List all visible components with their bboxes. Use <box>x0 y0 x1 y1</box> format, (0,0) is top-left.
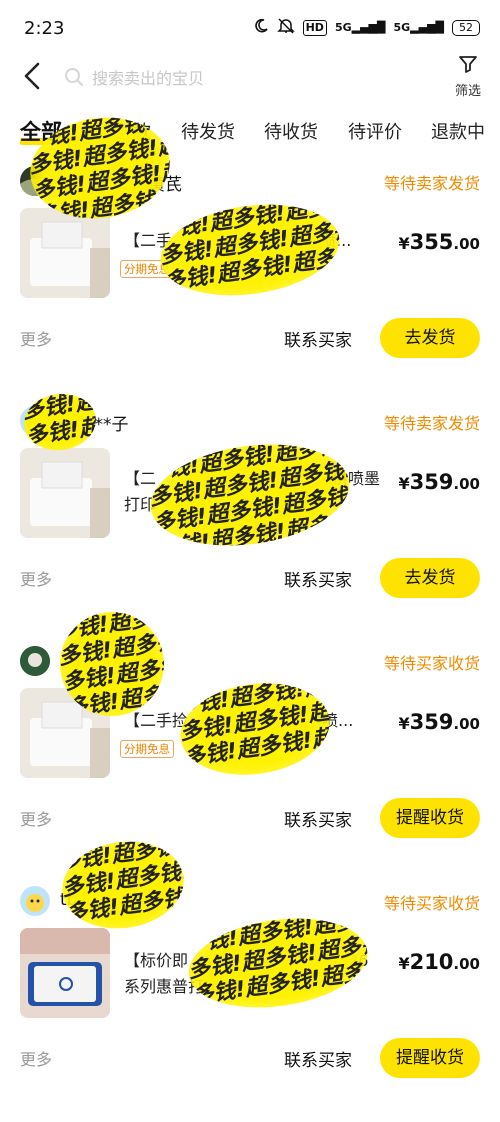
mute-icon <box>276 18 295 37</box>
price-currency: ¥ <box>398 474 410 493</box>
contact-buyer-button[interactable]: 联系买家 <box>284 326 352 351</box>
tab-pending-receipt[interactable]: 待收货 <box>264 118 318 144</box>
price-integer: 359 <box>409 710 454 734</box>
price-integer: 355 <box>409 230 454 254</box>
avatar[interactable] <box>20 886 50 916</box>
remind-receipt-button[interactable]: 提醒收货 <box>380 798 480 838</box>
avatar[interactable] <box>20 646 50 676</box>
more-button[interactable]: 更多 <box>20 1046 52 1070</box>
installment-tag: 分期免息 <box>120 740 174 758</box>
search-bar[interactable]: 搜索卖出的宝贝 <box>64 62 404 92</box>
avatar-icon <box>20 886 50 916</box>
tab-refunding[interactable]: 退款中 <box>431 118 485 144</box>
more-button[interactable]: 更多 <box>20 806 52 830</box>
more-button[interactable]: 更多 <box>20 326 52 350</box>
back-button[interactable] <box>18 58 50 94</box>
status-icons: HD 5G▂▄▆█ 5G▂▄▆█ 52 <box>253 18 480 37</box>
price-currency: ¥ <box>398 714 410 733</box>
signal-1: 5G▂▄▆█ <box>334 21 386 34</box>
avatar-icon <box>20 646 50 676</box>
order-status: 等待卖家发货 <box>383 414 480 433</box>
signal-1-label: 5G <box>334 21 352 34</box>
printer-image <box>20 208 110 298</box>
order-status: 等待买家收货 <box>383 894 480 913</box>
price-currency: ¥ <box>398 954 410 973</box>
contact-buyer-button[interactable]: 联系买家 <box>284 566 352 591</box>
status-time: 2:23 <box>24 18 65 39</box>
hd-badge: HD <box>302 19 327 36</box>
price-currency: ¥ <box>398 234 410 253</box>
product-title-start: 【标价即 <box>124 951 189 970</box>
more-button[interactable]: 更多 <box>20 566 52 590</box>
ship-button[interactable]: 去发货 <box>380 558 480 598</box>
product-title-start: 【二手捡 <box>124 711 189 730</box>
product-image[interactable] <box>20 208 110 298</box>
printer-image <box>20 928 110 1018</box>
tab-pending-shipment[interactable]: 待发货 <box>181 118 235 144</box>
status-bar: 2:23 HD 5G▂▄▆█ 5G▂▄▆█ 52 <box>0 0 500 60</box>
remind-receipt-button[interactable]: 提醒收货 <box>380 1038 480 1078</box>
order-price: ¥210.00 <box>398 950 480 974</box>
price-decimal: .00 <box>453 235 480 253</box>
moon-icon <box>253 18 269 37</box>
chevron-left-icon <box>24 62 40 90</box>
printer-image <box>20 448 110 538</box>
product-title-start: 【二 <box>124 469 157 488</box>
price-integer: 210 <box>409 950 454 974</box>
ship-button[interactable]: 去发货 <box>380 318 480 358</box>
contact-buyer-button[interactable]: 联系买家 <box>284 1046 352 1071</box>
signal-2-label: 5G <box>393 21 411 34</box>
price-decimal: .00 <box>453 955 480 973</box>
filter-button[interactable]: 筛选 <box>446 54 490 99</box>
price-integer: 359 <box>409 470 454 494</box>
order-price: ¥359.00 <box>398 470 480 494</box>
order-status: 等待买家收货 <box>383 654 480 673</box>
tab-pending-review[interactable]: 待评价 <box>348 118 402 144</box>
search-placeholder: 搜索卖出的宝贝 <box>92 69 205 88</box>
battery-indicator: 52 <box>452 19 480 36</box>
price-decimal: .00 <box>453 475 480 493</box>
signal-2: 5G▂▄▆█ <box>393 21 444 34</box>
product-image[interactable] <box>20 448 110 538</box>
order-status: 等待卖家发货 <box>383 174 480 193</box>
filter-label: 筛选 <box>454 84 481 99</box>
price-decimal: .00 <box>453 715 480 733</box>
filter-icon <box>459 56 477 73</box>
search-icon <box>65 68 83 86</box>
order-price: ¥359.00 <box>398 710 480 734</box>
order-price: ¥355.00 <box>398 230 480 254</box>
product-image[interactable] <box>20 928 110 1018</box>
contact-buyer-button[interactable]: 联系买家 <box>284 806 352 831</box>
